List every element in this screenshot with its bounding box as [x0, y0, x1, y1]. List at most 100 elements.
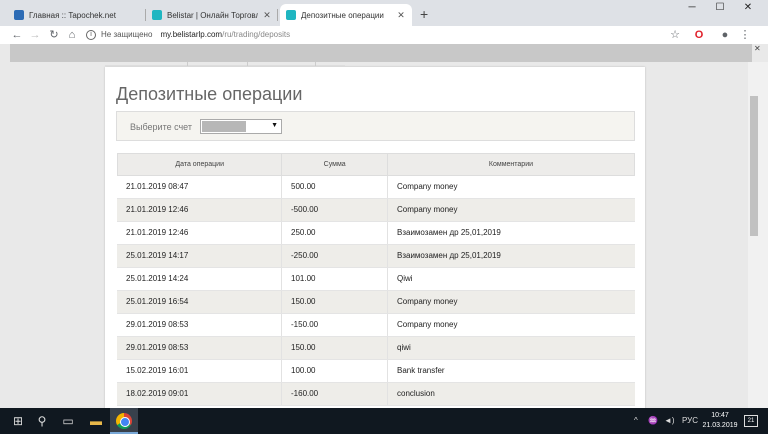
account-icon[interactable]: ● [718, 28, 732, 42]
cell-comment: qiwi [397, 343, 411, 352]
cell-amount: -500.00 [282, 199, 388, 221]
table-row: 25.01.2019 16:54 150.00 Company money [117, 291, 635, 314]
cell-comment: Qiwi [397, 274, 413, 283]
bookmarks-bar [10, 44, 752, 62]
tab-title: Депозитные операции [301, 10, 384, 20]
tray-arrow-icon[interactable]: ^ [634, 416, 638, 425]
file-explorer-icon[interactable]: ▬ [88, 413, 104, 429]
tab-tapochek[interactable]: Главная :: Tapochek.net [8, 4, 146, 26]
cell-comment: Company money [397, 297, 458, 306]
cell-date: 18.02.2019 09:01 [117, 383, 282, 405]
account-select-label: Выберите счет [130, 122, 193, 132]
cell-comment: Взаимозамен др 25,01,2019 [397, 228, 501, 237]
tab-close-icon[interactable]: ✕ [396, 10, 406, 21]
browser-menu-icon[interactable]: ⋮ [738, 28, 752, 42]
page-scrollbar[interactable] [748, 62, 768, 408]
windows-taskbar: ⊞ ⚲ ▭ ▬ ^ ♒ ◄) РУС 10:47 21.03.2019 21 [0, 408, 768, 434]
site-favicon-icon [14, 10, 24, 20]
cell-amount: 150.00 [282, 337, 388, 359]
bookmarks-close-icon[interactable]: ✕ [754, 44, 761, 53]
address-bar[interactable]: i Не защищено my.belistarlp.com /ru/trad… [86, 28, 686, 42]
url-path: /ru/trading/deposits [222, 30, 291, 39]
browser-window: Главная :: Tapochek.net Belistar | Онлай… [0, 0, 768, 408]
account-select[interactable]: ▼ [200, 119, 282, 134]
table-row: 15.02.2019 16:01 100.00 Bank transfer [117, 360, 635, 383]
minimize-button[interactable]: ─ [684, 2, 700, 13]
cell-comment: Company money [397, 182, 458, 191]
chrome-icon [116, 413, 132, 429]
cell-comment: conclusion [397, 389, 435, 398]
account-select-value [202, 121, 246, 132]
url-host: my.belistarlp.com [160, 30, 223, 39]
cell-amount: -250.00 [282, 245, 388, 267]
clock-time: 10:47 [711, 412, 729, 419]
cell-date: 25.01.2019 14:17 [117, 245, 282, 267]
tab-deposits[interactable]: Депозитные операции ✕ [280, 4, 412, 26]
opera-extension-icon[interactable]: O [692, 28, 706, 42]
table-header: Дата операции Сумма Комментарии [117, 153, 635, 176]
home-button[interactable]: ⌂ [65, 28, 79, 42]
new-tab-button[interactable]: + [420, 6, 428, 22]
cell-amount: -160.00 [282, 383, 388, 405]
notifications-icon[interactable]: 21 [744, 415, 758, 427]
cell-comment: Company money [397, 205, 458, 214]
cell-date: 29.01.2019 08:53 [117, 337, 282, 359]
table-row: 29.01.2019 08:53 150.00 qiwi [117, 337, 635, 360]
column-header-comment: Комментарии [488, 161, 534, 168]
cell-amount: 100.00 [282, 360, 388, 382]
page-title: Депозитные операции [116, 84, 303, 104]
dropdown-arrow-icon: ▼ [271, 122, 278, 129]
clock[interactable]: 10:47 21.03.2019 [700, 411, 740, 431]
table-row: 21.01.2019 12:46 -500.00 Company money [117, 199, 635, 222]
cell-amount: 101.00 [282, 268, 388, 290]
account-filter: Выберите счет ▼ [116, 111, 635, 141]
cell-comment: Company money [397, 320, 458, 329]
tab-strip: Главная :: Tapochek.net Belistar | Онлай… [0, 0, 768, 26]
site-favicon-icon [152, 10, 162, 20]
table-row: 21.01.2019 08:47 500.00 Company money [117, 176, 635, 199]
reload-button[interactable]: ↻ [47, 28, 61, 42]
bookmark-star-icon[interactable]: ☆ [668, 28, 682, 42]
site-favicon-icon [286, 10, 296, 20]
cell-amount: -150.00 [282, 314, 388, 336]
table-row: 29.01.2019 08:53 -150.00 Company money [117, 314, 635, 337]
browser-toolbar: ← → ↻ ⌂ i Не защищено my.belistarlp.com … [0, 26, 768, 44]
language-indicator[interactable]: РУС [682, 416, 698, 425]
subnav-strip [105, 62, 345, 66]
column-header-amount: Сумма [282, 154, 388, 175]
table-row: 18.02.2019 09:01 -160.00 conclusion [117, 383, 635, 406]
table-row: 25.01.2019 14:24 101.00 Qiwi [117, 268, 635, 291]
back-button[interactable]: ← [10, 28, 24, 42]
network-icon[interactable]: ♒ [648, 416, 658, 425]
cell-date: 21.01.2019 08:47 [117, 176, 282, 198]
cell-comment: Взаимозамен др 25,01,2019 [397, 251, 501, 260]
cell-date: 25.01.2019 16:54 [117, 291, 282, 313]
page-viewport: Депозитные операции Выберите счет ▼ Дата… [0, 62, 748, 408]
chrome-taskbar-button[interactable] [110, 408, 138, 434]
column-header-date: Дата операции [118, 154, 283, 175]
volume-icon[interactable]: ◄) [664, 416, 675, 425]
cell-date: 29.01.2019 08:53 [117, 314, 282, 336]
task-view-icon[interactable]: ▭ [60, 413, 76, 429]
cell-date: 21.01.2019 12:46 [117, 199, 282, 221]
tab-title: Belistar | Онлайн Торговля | Бизнес [167, 10, 258, 20]
table-body: 21.01.2019 08:47 500.00 Company money 21.01… [117, 176, 635, 406]
forward-button[interactable]: → [28, 28, 42, 42]
start-icon[interactable]: ⊞ [10, 413, 26, 429]
close-window-button[interactable]: ✕ [740, 2, 756, 13]
table-row: 21.01.2019 12:46 250.00 Взаимозамен др 25,… [117, 222, 635, 245]
tab-belistar[interactable]: Belistar | Онлайн Торговля | Бизнес ✕ [146, 4, 278, 26]
cell-amount: 150.00 [282, 291, 388, 313]
search-icon[interactable]: ⚲ [34, 413, 50, 429]
info-icon[interactable]: i [86, 30, 96, 40]
cell-amount: 250.00 [282, 222, 388, 244]
table-row: 25.01.2019 14:17 -250.00 Взаимозамен др 25… [117, 245, 635, 268]
cell-date: 15.02.2019 16:01 [117, 360, 282, 382]
cell-date: 25.01.2019 14:24 [117, 268, 282, 290]
maximize-button[interactable]: ☐ [712, 2, 728, 13]
scrollbar-thumb[interactable] [750, 96, 758, 236]
cell-comment: Bank transfer [397, 366, 445, 375]
tab-close-icon[interactable]: ✕ [262, 10, 272, 21]
cell-date: 21.01.2019 12:46 [117, 222, 282, 244]
clock-date: 21.03.2019 [702, 422, 738, 429]
